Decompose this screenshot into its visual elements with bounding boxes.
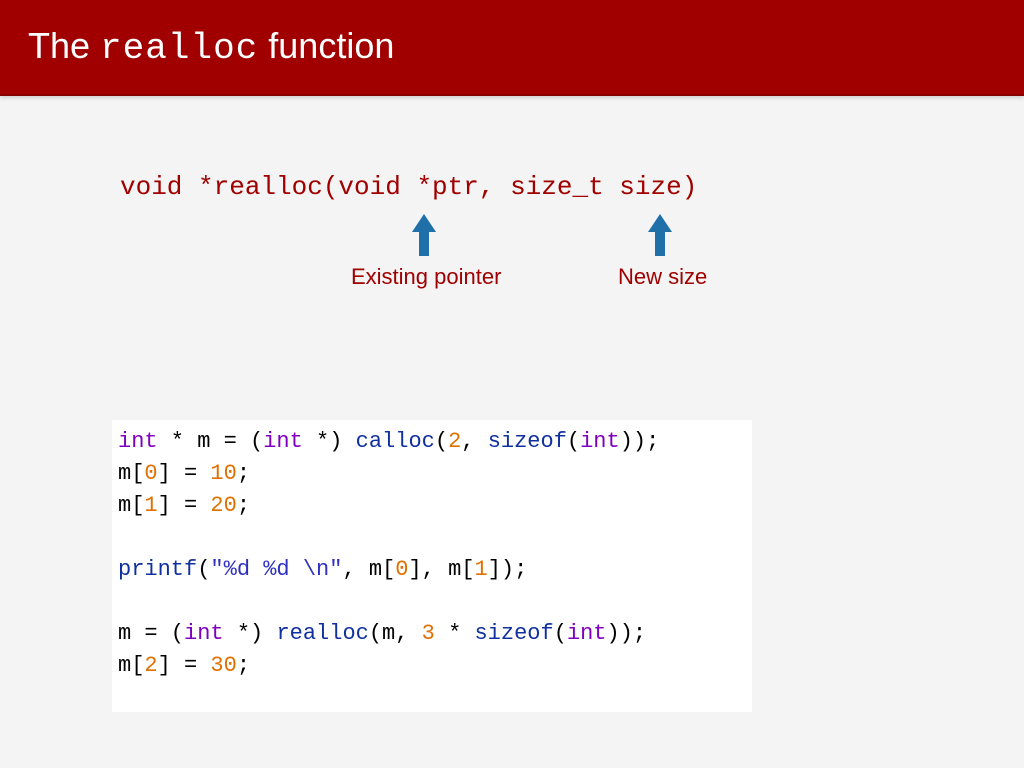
code-block: int * m = (int *) calloc(2, sizeof(int))…	[112, 420, 752, 712]
code-line-5: printf("%d %d \n", m[0], m[1]);	[118, 554, 742, 586]
slide-body: void *realloc(void *ptr, size_t size) Ex…	[0, 96, 1024, 166]
code-line-1: int * m = (int *) calloc(2, sizeof(int))…	[118, 426, 742, 458]
annotation-size: New size	[618, 264, 707, 290]
code-line-6	[118, 586, 742, 618]
title-suffix: function	[258, 25, 394, 66]
code-line-8: m[2] = 30;	[118, 650, 742, 682]
function-signature: void *realloc(void *ptr, size_t size)	[120, 172, 697, 202]
code-line-3: m[1] = 20;	[118, 490, 742, 522]
title-bar: The realloc function	[0, 0, 1024, 96]
arrow-up-icon	[412, 214, 436, 256]
annotation-ptr: Existing pointer	[351, 264, 501, 290]
title-mono: realloc	[100, 28, 258, 69]
code-line-2: m[0] = 10;	[118, 458, 742, 490]
slide-title: The realloc function	[28, 25, 394, 69]
code-line-7: m = (int *) realloc(m, 3 * sizeof(int));	[118, 618, 742, 650]
code-line-4	[118, 522, 742, 554]
title-prefix: The	[28, 25, 100, 66]
arrow-up-icon	[648, 214, 672, 256]
